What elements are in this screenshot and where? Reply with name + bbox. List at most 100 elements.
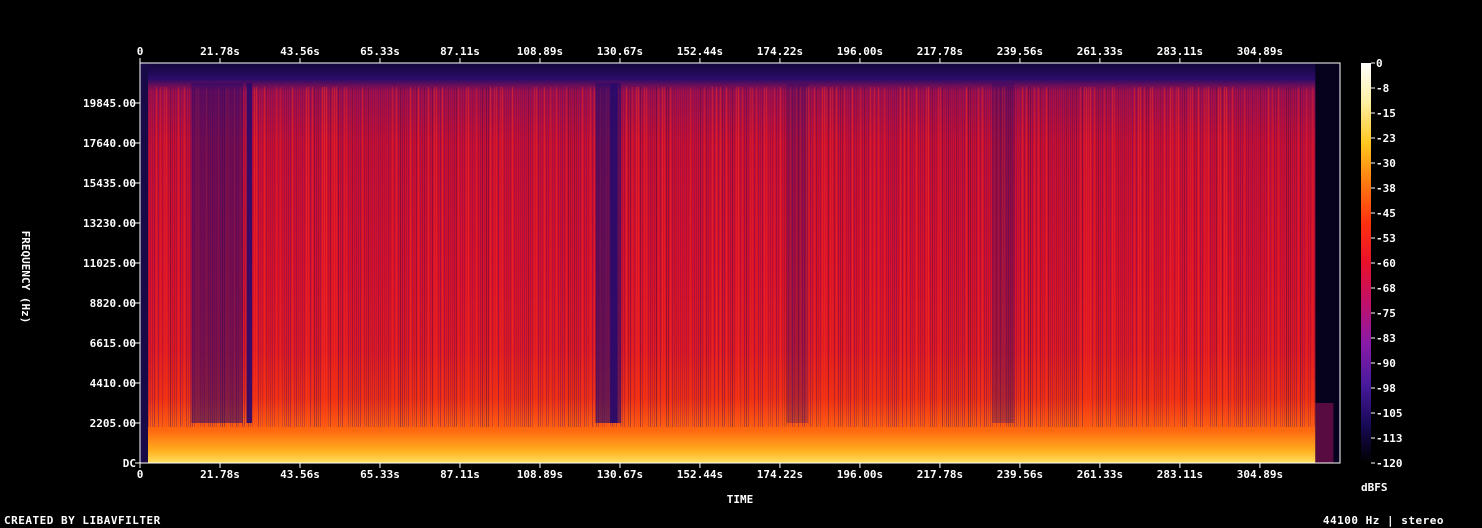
texture-stripe	[286, 87, 287, 427]
texture-stripe	[432, 87, 433, 427]
texture-stripe	[274, 87, 275, 427]
texture-stripe	[148, 87, 149, 427]
texture-stripe	[1142, 87, 1143, 427]
intro-silence	[140, 63, 148, 463]
colorbar-tick-label: -38	[1376, 182, 1396, 195]
texture-stripe	[810, 87, 811, 427]
texture-stripe	[1130, 87, 1131, 427]
y-tick-label: 19845.00	[83, 97, 136, 110]
texture-stripe	[930, 87, 931, 427]
texture-stripe	[388, 87, 389, 427]
texture-stripe	[168, 87, 169, 427]
texture-stripe	[154, 87, 155, 427]
texture-stripe	[398, 87, 399, 427]
x-tick-label: 239.56s	[997, 468, 1043, 481]
texture-stripe	[590, 87, 591, 427]
texture-stripe	[1312, 87, 1313, 427]
x-tick-label: 65.33s	[360, 468, 400, 481]
texture-stripe	[722, 87, 723, 427]
texture-stripe	[776, 87, 777, 427]
texture-stripe	[304, 87, 305, 427]
texture-stripe	[822, 87, 823, 427]
texture-stripe	[512, 87, 513, 427]
texture-stripe	[374, 87, 375, 427]
texture-stripe	[634, 87, 635, 427]
texture-stripe	[1072, 87, 1073, 427]
texture-stripe	[278, 87, 279, 427]
texture-stripe	[258, 87, 259, 427]
texture-stripe	[348, 87, 349, 427]
texture-stripe	[558, 87, 559, 427]
texture-stripe	[890, 87, 891, 427]
texture-stripe	[970, 87, 971, 427]
texture-stripe	[396, 87, 397, 427]
texture-stripe	[1070, 87, 1071, 427]
texture-stripe	[1304, 87, 1305, 427]
x-tick-label: 21.78s	[200, 468, 240, 481]
y-tick-label: DC	[123, 457, 136, 470]
y-tick-label: 17640.00	[83, 137, 136, 150]
texture-stripe	[464, 87, 465, 427]
texture-stripe	[686, 87, 687, 427]
texture-stripe	[1086, 87, 1087, 427]
texture-stripe	[742, 87, 743, 427]
texture-stripe	[1104, 87, 1105, 427]
texture-stripe	[1300, 87, 1301, 427]
texture-stripe	[324, 87, 325, 427]
texture-stripe	[264, 87, 265, 427]
texture-stripe	[706, 87, 707, 427]
x-tick-label: 239.56s	[997, 45, 1043, 58]
texture-stripe	[462, 87, 463, 427]
texture-stripe	[850, 87, 851, 427]
texture-stripe	[362, 87, 363, 427]
texture-stripe	[1078, 87, 1079, 427]
texture-stripe	[516, 87, 517, 427]
texture-stripe	[1308, 87, 1309, 427]
texture-stripe	[746, 87, 747, 427]
texture-stripe	[724, 87, 725, 427]
texture-stripe	[654, 87, 655, 427]
texture-stripe	[1216, 87, 1217, 427]
x-tick-label: 130.67s	[597, 45, 643, 58]
colorbar-tick-label: -8	[1376, 82, 1389, 95]
quiet-segment	[992, 83, 1015, 423]
texture-stripe	[332, 87, 333, 427]
texture-stripe	[718, 87, 719, 427]
x-axis-top: 0 21.78s 43.56s 65.33s 87.11s 108.89s 130.67s 1…	[137, 45, 1283, 63]
texture-stripe	[828, 87, 829, 427]
texture-stripe	[466, 87, 467, 427]
texture-stripe	[1242, 87, 1243, 427]
texture-stripe	[684, 87, 685, 427]
texture-stripe	[1058, 87, 1059, 427]
texture-stripe	[956, 87, 957, 427]
y-tick-label: 6615.00	[90, 337, 136, 350]
texture-stripe	[844, 87, 845, 427]
texture-stripe	[1248, 87, 1249, 427]
texture-stripe	[870, 87, 871, 427]
texture-stripe	[1030, 87, 1031, 427]
colorbar-tick-label: -90	[1376, 357, 1396, 370]
texture-stripe	[1102, 87, 1103, 427]
x-tick-label: 196.00s	[837, 468, 883, 481]
texture-stripe	[924, 87, 925, 427]
texture-stripe	[944, 87, 945, 427]
texture-stripe	[266, 87, 267, 427]
texture-stripe	[1160, 87, 1161, 427]
texture-stripe	[784, 87, 785, 427]
texture-stripe	[978, 87, 979, 427]
texture-stripe	[378, 87, 379, 427]
texture-stripe	[858, 87, 859, 427]
texture-stripe	[572, 87, 573, 427]
texture-stripe	[1284, 87, 1285, 427]
texture-stripe	[716, 87, 717, 427]
texture-stripe	[510, 87, 511, 427]
texture-stripe	[1178, 87, 1179, 427]
texture-stripe	[876, 87, 877, 427]
texture-stripe	[672, 87, 673, 427]
texture-stripe	[680, 87, 681, 427]
texture-stripe	[990, 87, 991, 427]
y-axis-label: FREQUENCY (Hz)	[19, 231, 32, 324]
texture-stripe	[1314, 87, 1315, 427]
texture-stripe	[404, 87, 405, 427]
texture-stripe	[1122, 87, 1123, 427]
